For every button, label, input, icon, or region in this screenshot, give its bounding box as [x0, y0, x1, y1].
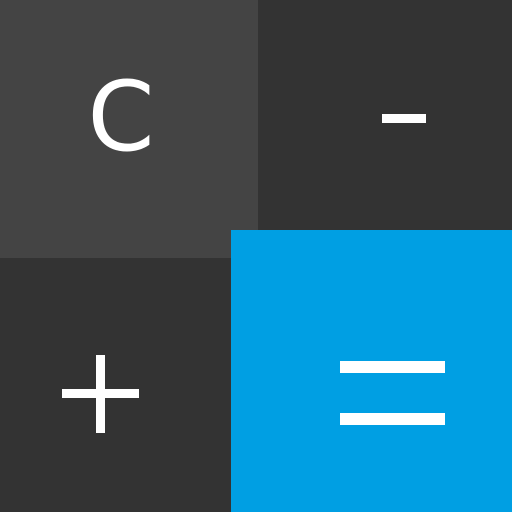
calculator-keypad: C	[0, 0, 512, 512]
minus-icon	[382, 114, 426, 123]
plus-icon-vertical-stroke	[96, 355, 105, 433]
equals-icon-lower-stroke	[340, 413, 445, 425]
clear-label: C	[87, 61, 155, 173]
plus-button[interactable]	[0, 258, 231, 512]
equals-icon	[340, 361, 445, 373]
